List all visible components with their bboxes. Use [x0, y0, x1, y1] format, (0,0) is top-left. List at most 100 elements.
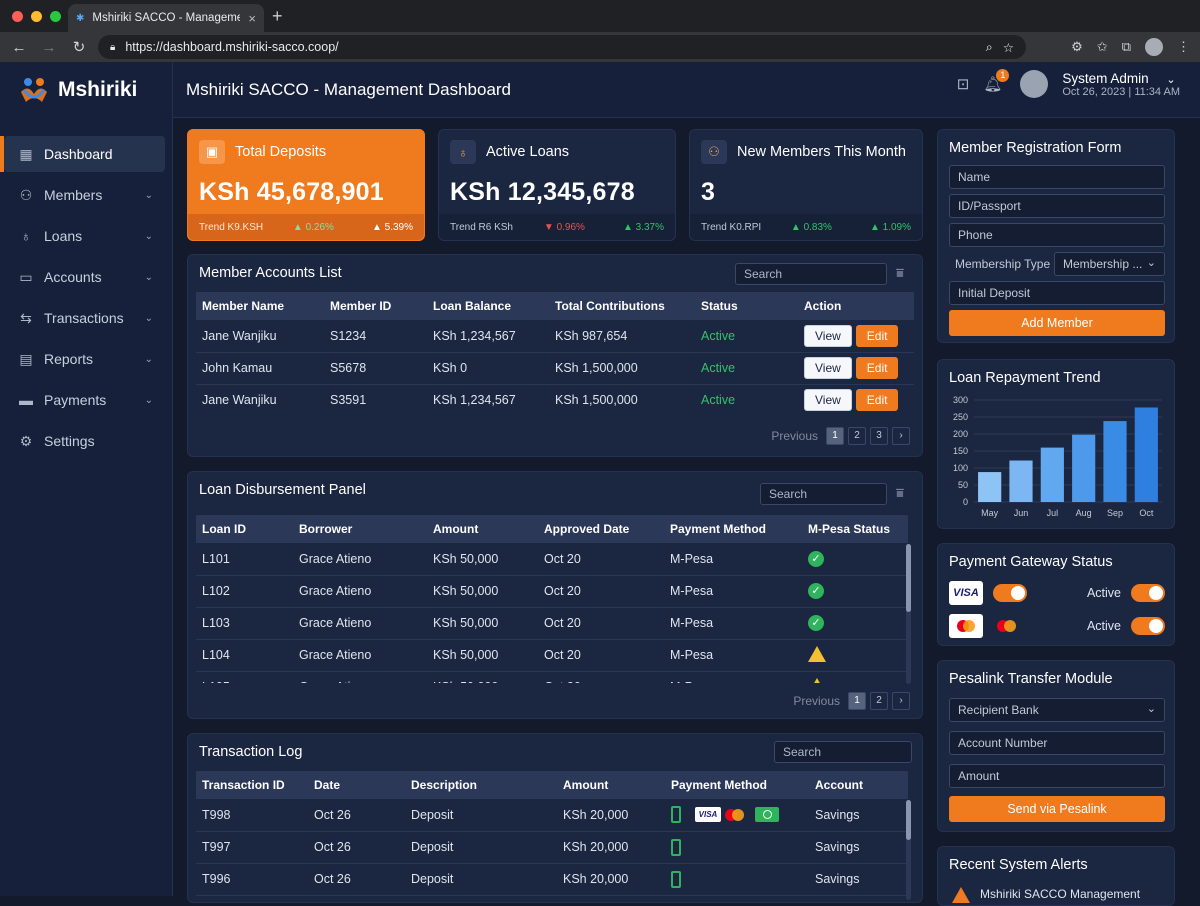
column-header[interactable]: Status	[695, 292, 798, 320]
forward-icon[interactable]: →	[34, 39, 64, 56]
table-row[interactable]: John Kamau S5678 KSh 0 KSh 1,500,000 Act…	[196, 352, 914, 385]
chart-icon[interactable]: ⊡	[957, 75, 970, 93]
visa-active-toggle[interactable]	[1131, 584, 1165, 602]
bar-jul[interactable]	[1040, 447, 1064, 502]
name-field[interactable]: Name	[949, 165, 1165, 189]
table-row[interactable]: T998 Oct 26 Deposit KSh 20,000 VISA Savi…	[196, 799, 908, 832]
amount-field[interactable]: Amount	[949, 764, 1165, 788]
column-header[interactable]: Date	[308, 771, 405, 799]
column-header[interactable]: Loan ID	[196, 515, 293, 543]
page-button[interactable]: 2	[870, 692, 888, 710]
sidebar-item-accounts[interactable]: ▭ Accounts ⌄	[4, 259, 165, 295]
column-header[interactable]: Borrower	[293, 515, 427, 543]
sidebar-item-transactions[interactable]: ⇆ Transactions ⌄	[4, 300, 165, 336]
scrollbar[interactable]	[906, 800, 911, 900]
scrollbar-thumb[interactable]	[906, 544, 911, 612]
brand-logo[interactable]: Mshiriki	[0, 62, 172, 118]
user-menu[interactable]: System Admin ⌄ Oct 26, 2023 | 11:34 AM	[1062, 71, 1180, 98]
id-passport-field[interactable]: ID/Passport	[949, 194, 1165, 218]
membership-type-select[interactable]: Membership ... ⌄	[1054, 252, 1165, 276]
next-page-button[interactable]: ›	[892, 427, 910, 445]
close-tab-icon[interactable]: ×	[248, 11, 256, 26]
favorites-icon[interactable]: ✩	[1097, 39, 1108, 55]
minimize-window-button[interactable]	[31, 11, 42, 22]
next-page-button[interactable]: ›	[892, 692, 910, 710]
table-row[interactable]: T996 Oct 26 Deposit KSh 20,000 Savings	[196, 863, 908, 896]
edit-button[interactable]: Edit	[855, 357, 899, 379]
previous-link[interactable]: Previous	[793, 694, 840, 708]
sidebar-item-settings[interactable]: ⚙ Settings	[4, 423, 165, 459]
page-button[interactable]: 1	[826, 427, 844, 445]
previous-link[interactable]: Previous	[771, 429, 818, 443]
extensions-icon[interactable]: ⚙	[1071, 39, 1083, 55]
sidebar-item-dashboard[interactable]: ▦ Dashboard	[0, 136, 165, 172]
table-row[interactable]: Jane Wanjiku S3591 KSh 1,234,567 KSh 1,5…	[196, 384, 914, 416]
new-tab-button[interactable]: +	[272, 6, 283, 27]
table-row[interactable]: L104 Grace Atieno KSh 50,000 Oct 20 M-Pe…	[196, 639, 908, 672]
table-row[interactable]: L105 Grace Atieno KSh 50,000 Oct 20 M-Pe…	[196, 671, 908, 683]
search-input[interactable]: Search	[774, 741, 912, 763]
table-row[interactable]: L101 Grace Atieno KSh 50,000 Oct 20 M-Pe…	[196, 543, 908, 576]
bar-aug[interactable]	[1072, 434, 1096, 502]
view-button[interactable]: View	[804, 357, 852, 379]
send-pesalink-button[interactable]: Send via Pesalink	[949, 796, 1165, 822]
notifications-button[interactable]: 🔔︎ 1	[983, 69, 1010, 93]
column-header[interactable]: Loan Balance	[427, 292, 549, 320]
table-row[interactable]: Jane Wanjiku S1234 KSh 1,234,567 KSh 987…	[196, 320, 914, 353]
column-header[interactable]: Transaction ID	[196, 771, 308, 799]
sidebar-item-reports[interactable]: ▤ Reports ⌄	[4, 341, 165, 377]
sidebar-item-members[interactable]: ⚇ Members ⌄	[4, 177, 165, 213]
mastercard-toggle-icon[interactable]	[995, 617, 1023, 635]
initial-deposit-field[interactable]: Initial Deposit	[949, 281, 1165, 305]
collections-icon[interactable]: ⧉	[1122, 39, 1131, 55]
column-header[interactable]: Member Name	[196, 292, 324, 320]
search-input[interactable]: Search	[735, 263, 887, 285]
column-header[interactable]: Account	[809, 771, 908, 799]
column-header[interactable]: Total Contributions	[549, 292, 695, 320]
column-header[interactable]: Payment Method	[664, 515, 802, 543]
scrollbar[interactable]	[906, 544, 911, 684]
bar-oct[interactable]	[1134, 407, 1158, 502]
reload-icon[interactable]: ↻	[64, 38, 94, 56]
bar-may[interactable]	[978, 472, 1002, 502]
table-row[interactable]: T997 Oct 26 Deposit KSh 20,000 Savings	[196, 831, 908, 864]
scrollbar-thumb[interactable]	[906, 800, 911, 840]
column-header[interactable]: Approved Date	[538, 515, 664, 543]
page-button[interactable]: 2	[848, 427, 866, 445]
filter-icon[interactable]: ⩸	[896, 485, 904, 501]
menu-icon[interactable]: ⋮	[1177, 39, 1190, 55]
bar-sep[interactable]	[1103, 421, 1127, 502]
browser-tab[interactable]: ✱ Mshiriki SACCO - Management Dashboard …	[68, 4, 264, 32]
mastercard-active-toggle[interactable]	[1131, 617, 1165, 635]
column-header[interactable]: Member ID	[324, 292, 427, 320]
column-header[interactable]: Amount	[557, 771, 665, 799]
bar-jun[interactable]	[1009, 460, 1033, 502]
profile-icon[interactable]	[1145, 38, 1163, 56]
column-header[interactable]: Amount	[427, 515, 538, 543]
address-bar[interactable]: 🔒︎ https://dashboard.mshiriki-sacco.coop…	[98, 35, 1026, 59]
column-header[interactable]: Description	[405, 771, 557, 799]
recipient-bank-select[interactable]: Recipient Bank ⌄	[949, 698, 1165, 722]
sidebar-item-payments[interactable]: ▬ Payments ⌄	[4, 382, 165, 418]
search-input[interactable]: Search	[760, 483, 887, 505]
visa-toggle[interactable]	[993, 584, 1027, 602]
edit-button[interactable]: Edit	[855, 324, 899, 347]
view-button[interactable]: View	[804, 324, 852, 347]
table-row[interactable]: L102 Grace Atieno KSh 50,000 Oct 20 M-Pe…	[196, 575, 908, 608]
maximize-window-button[interactable]	[50, 11, 61, 22]
column-header[interactable]: Action	[798, 292, 914, 320]
edit-button[interactable]: Edit	[855, 389, 899, 412]
zoom-icon[interactable]: ⌕	[986, 40, 993, 55]
view-button[interactable]: View	[804, 389, 852, 412]
phone-field[interactable]: Phone	[949, 223, 1165, 247]
avatar[interactable]	[1020, 70, 1049, 98]
alert-item[interactable]: Mshiriki SACCO Management	[952, 887, 1140, 903]
page-button[interactable]: 3	[870, 427, 888, 445]
bookmark-star-icon[interactable]: ☆	[1003, 40, 1014, 55]
column-header[interactable]: M-Pesa Status	[802, 515, 908, 543]
sidebar-item-loans[interactable]: ♁ Loans ⌄	[4, 218, 165, 254]
column-header[interactable]: Payment Method	[665, 771, 809, 799]
table-row[interactable]: L103 Grace Atieno KSh 50,000 Oct 20 M-Pe…	[196, 607, 908, 640]
back-icon[interactable]: ←	[4, 39, 34, 56]
page-button[interactable]: 1	[848, 692, 866, 710]
